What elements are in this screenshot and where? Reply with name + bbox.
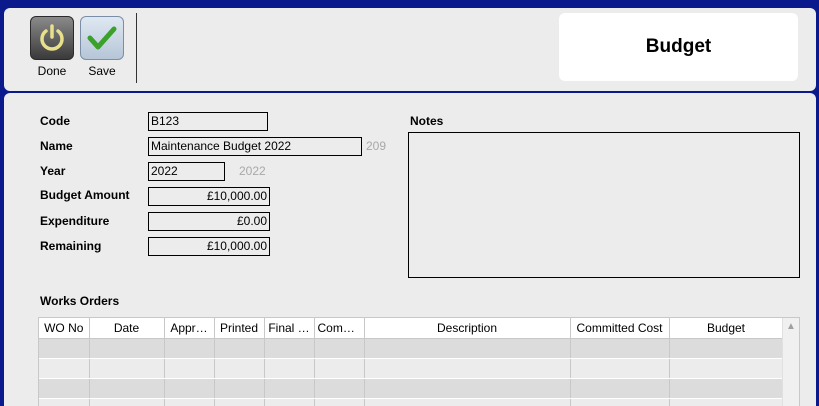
- checkmark-icon: [80, 16, 124, 60]
- notes-label: Notes: [410, 114, 444, 128]
- table-row[interactable]: [39, 358, 784, 379]
- name-char-count: 209: [366, 139, 387, 153]
- budget-amount-field[interactable]: £10,000.00: [148, 187, 270, 206]
- column-header-budget[interactable]: Budget: [669, 318, 784, 339]
- title-panel: Budget: [559, 13, 798, 81]
- notes-textarea[interactable]: [408, 132, 800, 278]
- name-field[interactable]: Maintenance Budget 2022: [148, 137, 362, 156]
- grid-header-row: WO No Date Appr… Printed Final … Comp… D…: [39, 318, 784, 339]
- column-header-description[interactable]: Description: [364, 318, 571, 339]
- year-label: Year: [40, 164, 66, 178]
- save-button[interactable]: Save: [78, 16, 126, 78]
- done-button[interactable]: Done: [28, 16, 76, 78]
- year-field[interactable]: 2022: [148, 162, 225, 181]
- column-header-wo-no[interactable]: WO No: [39, 318, 90, 339]
- column-header-final[interactable]: Final …: [264, 318, 315, 339]
- code-label: Code: [40, 114, 70, 128]
- column-header-printed[interactable]: Printed: [214, 318, 265, 339]
- table-row[interactable]: [39, 378, 784, 399]
- toolbar-divider: [136, 13, 137, 83]
- expenditure-label: Expenditure: [40, 214, 110, 228]
- chevron-up-icon[interactable]: ▲: [783, 318, 799, 336]
- save-label: Save: [88, 64, 116, 78]
- works-orders-grid[interactable]: WO No Date Appr… Printed Final … Comp… D…: [38, 317, 800, 406]
- column-header-approved[interactable]: Appr…: [164, 318, 215, 339]
- remaining-label: Remaining: [40, 239, 102, 253]
- year-hint: 2022: [239, 164, 266, 178]
- budget-amount-label: Budget Amount: [40, 188, 130, 202]
- done-label: Done: [37, 64, 67, 78]
- remaining-field: £10,000.00: [148, 237, 270, 256]
- page-title: Budget: [645, 36, 712, 57]
- code-field[interactable]: B123: [148, 112, 268, 131]
- expenditure-field: £0.00: [148, 212, 270, 231]
- grid-scrollbar[interactable]: ▲: [782, 318, 799, 406]
- column-header-committed-cost[interactable]: Committed Cost: [570, 318, 670, 339]
- form-panel: Code B123 Name Maintenance Budget 2022 2…: [4, 93, 816, 406]
- works-orders-label: Works Orders: [40, 294, 120, 308]
- name-label: Name: [40, 139, 73, 153]
- table-row[interactable]: [39, 398, 784, 406]
- column-header-date[interactable]: Date: [89, 318, 165, 339]
- table-row[interactable]: [39, 338, 784, 359]
- power-icon: [30, 16, 74, 60]
- column-header-complete[interactable]: Comp…: [314, 318, 365, 339]
- toolbar: Done Save Budget: [4, 8, 816, 91]
